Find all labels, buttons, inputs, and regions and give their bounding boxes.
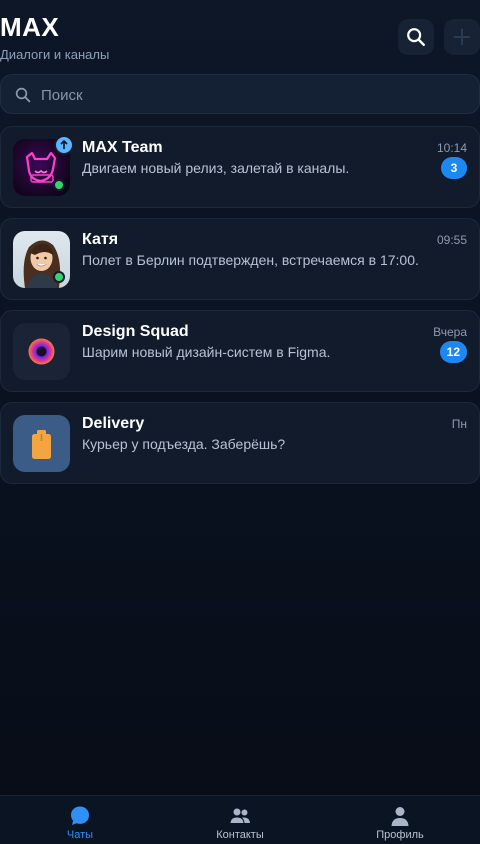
nav-tab-chats[interactable]: Чаты xyxy=(0,796,160,844)
unread-badge: 12 xyxy=(439,341,467,363)
online-indicator xyxy=(53,179,65,191)
search-button[interactable] xyxy=(398,19,434,55)
chat-item-max-team[interactable]: MAX Team Двигаем новый релиз, залетай в … xyxy=(0,126,480,208)
profile-icon xyxy=(391,807,409,826)
chat-item-delivery[interactable]: Delivery Курьер у подъезда. Заберёшь? Пн xyxy=(0,402,480,484)
chat-time: 10:14 xyxy=(436,141,467,155)
avatar xyxy=(13,415,70,472)
search-bar[interactable] xyxy=(0,74,480,114)
chat-item-katya[interactable]: Катя Полет в Берлин подтвержден, встреча… xyxy=(0,218,480,300)
pin-badge xyxy=(54,135,74,155)
unread-badge: 3 xyxy=(441,157,467,179)
app-header: MAX Диалоги и каналы xyxy=(0,0,480,70)
chat-item-design-squad[interactable]: Design Squad Шарим новый дизайн-систем в… xyxy=(0,310,480,392)
nav-tab-contacts[interactable]: Контакты xyxy=(160,796,320,844)
gradient-circle-icon xyxy=(28,338,55,365)
chat-time: Пн xyxy=(451,417,467,431)
avatar xyxy=(13,323,70,380)
chat-name: Delivery xyxy=(82,415,145,432)
nav-label: Контакты xyxy=(216,829,264,841)
chat-time: 09:55 xyxy=(436,233,467,247)
search-input[interactable] xyxy=(41,83,461,107)
chat-name: Катя xyxy=(82,231,119,248)
nav-tab-profile[interactable]: Профиль xyxy=(320,796,480,844)
chat-name: MAX Team xyxy=(82,139,163,156)
new-chat-button[interactable] xyxy=(444,19,480,55)
chat-last-message: Полет в Берлин подтвержден, встречаемся … xyxy=(82,252,419,268)
app-title: MAX xyxy=(0,12,60,42)
arrow-up-icon xyxy=(60,140,68,149)
nav-label: Профиль xyxy=(376,829,424,841)
search-icon xyxy=(407,28,425,46)
app-subtitle: Диалоги и каналы xyxy=(0,47,110,62)
chat-last-message: Шарим новый дизайн-систем в Figma. xyxy=(82,344,331,360)
nav-label: Чаты xyxy=(66,829,94,841)
search-icon xyxy=(15,87,31,103)
chat-name: Design Squad xyxy=(82,323,189,340)
chat-time: Вчера xyxy=(433,325,467,339)
online-indicator xyxy=(53,271,65,283)
package-box-icon xyxy=(32,430,51,459)
chat-last-message: Двигаем новый релиз, залетай в каналы. xyxy=(82,160,350,176)
chat-bubble-icon xyxy=(71,806,89,825)
bottom-nav: Чаты Контакты Профиль xyxy=(0,795,480,844)
plus-icon xyxy=(453,28,471,46)
chat-last-message: Курьер у подъезда. Заберёшь? xyxy=(82,436,286,452)
contacts-icon xyxy=(230,808,250,823)
